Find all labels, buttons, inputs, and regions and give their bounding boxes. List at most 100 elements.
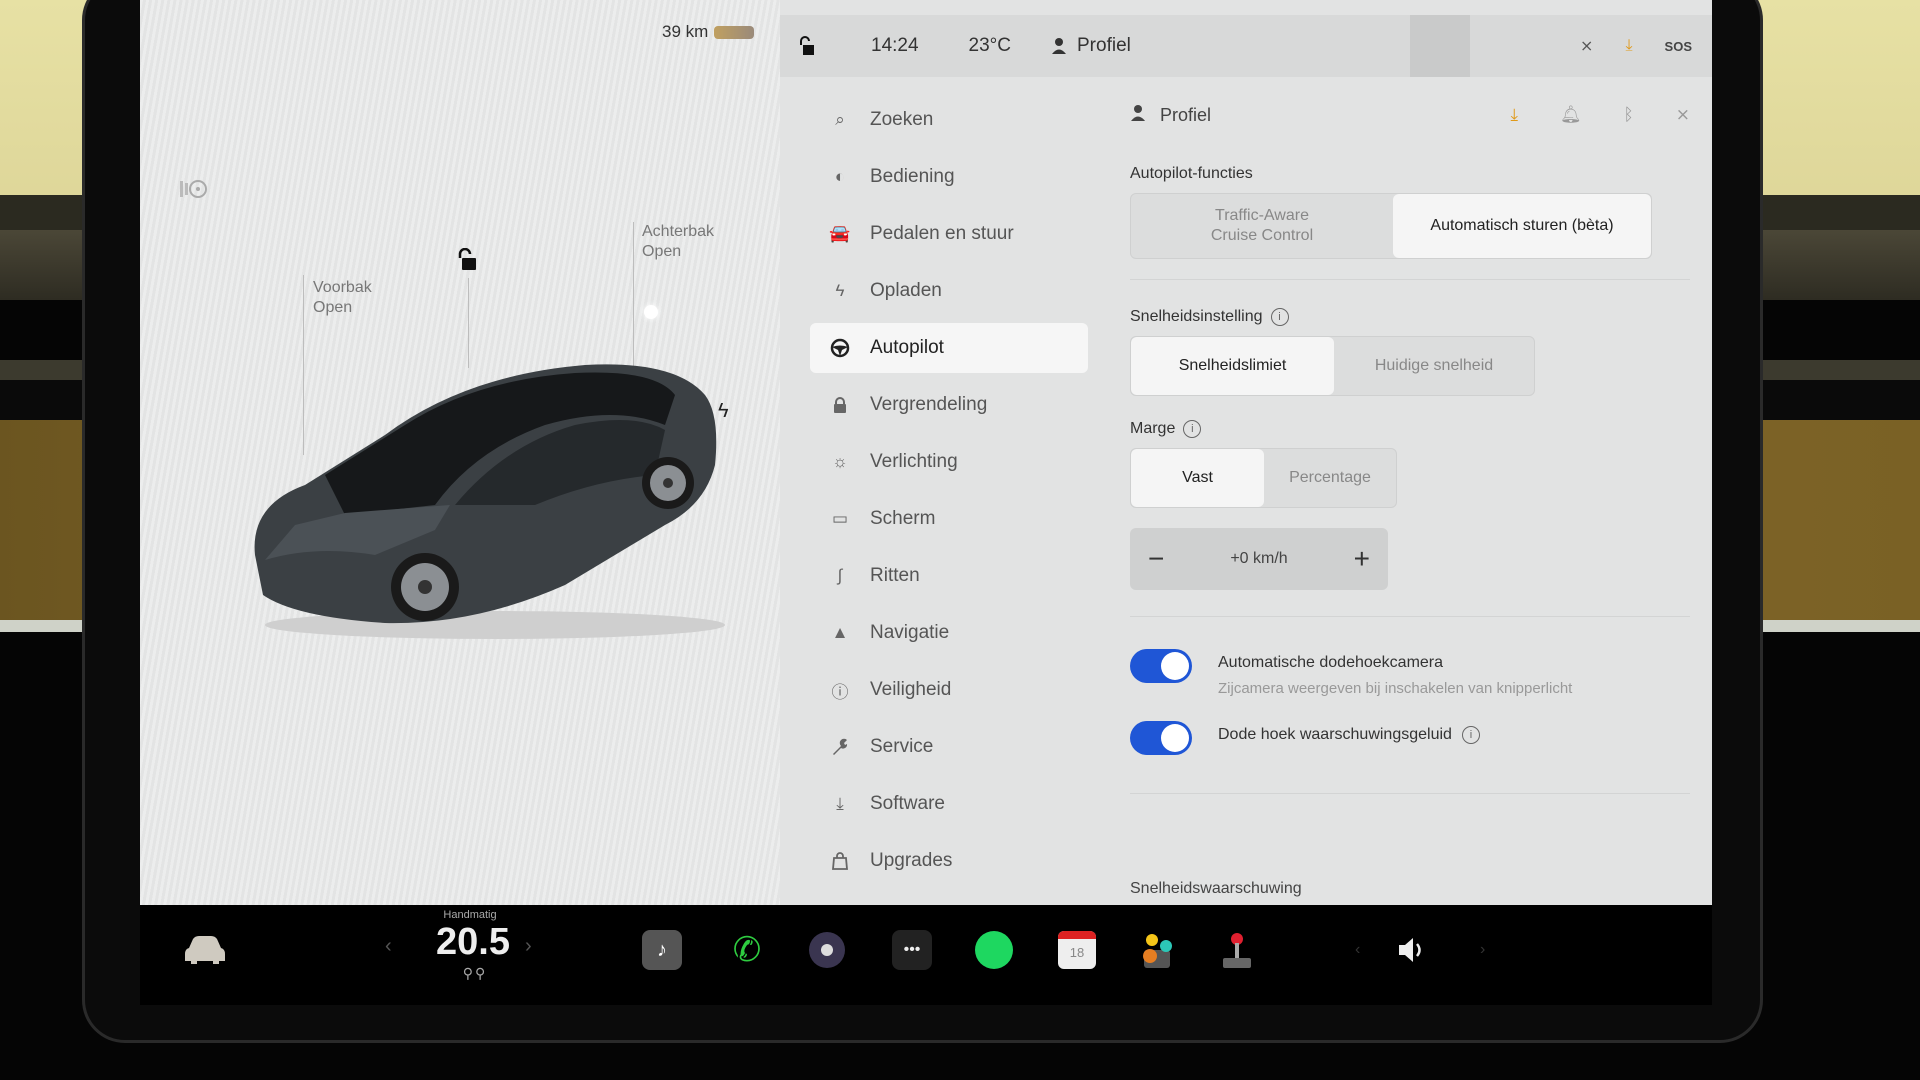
seat-heater-icons[interactable]: ⚲⚲ [445,965,505,982]
profile-button[interactable]: Profiel [1051,35,1131,57]
divider [1130,279,1690,280]
profile-label: Profiel [1077,35,1131,56]
blind-spot-camera-setting: Automatische dodehoekcamera Zijcamera we… [1130,649,1690,697]
menu-item-veiligheid[interactable]: ⓘ Veiligheid [810,665,1088,715]
menu-item-ritten[interactable]: ∫ Ritten [810,551,1088,601]
frunk-status: Open [313,299,353,316]
menu-item-service[interactable]: Service [810,722,1088,772]
volume-button[interactable] [1390,925,1434,975]
car-icon[interactable] [180,925,230,975]
divider [1130,616,1690,617]
phone-app[interactable]: ✆ [725,925,769,975]
menu-item-navigatie[interactable]: ▲ Navigatie [810,608,1088,658]
speed-warning-label: Snelheidswaarschuwing [1130,880,1302,897]
volume-decrease-button[interactable]: ‹ [1355,941,1360,959]
climate-temperature[interactable]: 20.5 [418,921,528,964]
info-icon[interactable]: i [1461,726,1480,744]
menu-item-label: Vergrendeling [870,394,988,415]
more-apps[interactable]: ••• [890,925,934,975]
menu-item-label: Opladen [870,280,942,301]
blind-spot-chime-toggle[interactable] [1130,721,1192,755]
range-value: 39 km [662,22,709,41]
menu-item-label: Software [870,793,945,814]
autopilot-settings: Profiel ⤓ 🔔︎ ᛒ ⨯ Autopilot-functies Traf… [1130,95,1690,794]
current-speed-button[interactable]: Huidige snelheid [1334,337,1534,395]
person-icon [1130,104,1146,127]
download-icon[interactable]: ⤓ [1625,37,1632,55]
menu-item-label: Veiligheid [870,679,952,700]
toggle-knob [1161,724,1189,752]
lock-open-icon[interactable] [798,36,816,56]
menu-item-vergrendeling[interactable]: Vergrendeling [810,380,1088,430]
percentage-margin-button[interactable]: Percentage [1264,449,1396,507]
menu-item-upgrades[interactable]: Upgrades [810,836,1088,886]
increase-button[interactable]: + [1354,543,1370,575]
bag-icon [828,849,852,873]
no-signal-icon: ⨯ [1580,38,1594,55]
divider [1130,793,1690,794]
temp-decrease-button[interactable]: ‹ [385,935,392,958]
status-bar: 14:24 23°C Profiel ⨯ ⤓ SOS [780,15,1712,77]
menu-item-verlichting[interactable]: ☼ Verlichting [810,437,1088,487]
menu-item-pedalen-en-stuur[interactable]: 🚘 Pedalen en stuur [810,209,1088,259]
music-app[interactable]: ♪ [640,925,684,975]
menu-item-opladen[interactable]: ϟ Opladen [810,266,1088,316]
climate-mode: Handmatig [443,909,497,921]
header-icons: ⤓ 🔔︎ ᛒ ⨯ [1510,105,1690,125]
trunk-callout[interactable]: Achterbak Open [642,222,714,262]
spotify-icon [975,931,1013,969]
spotify-app[interactable] [972,925,1016,975]
range-indicator: 39 km [662,22,755,42]
profile-label[interactable]: Profiel [1160,105,1211,126]
volume-increase-button[interactable]: › [1480,941,1485,959]
traffic-aware-cruise-button[interactable]: Traffic-Aware Cruise Control [1131,194,1393,258]
navigation-icon: ▲ [831,623,849,642]
charge-port-light [644,305,658,319]
wrench-icon [828,735,852,759]
frunk-callout[interactable]: Voorbak Open [313,278,372,318]
charge-port-icon[interactable]: ϟ [718,400,729,423]
menu-item-scherm[interactable]: ▭ Scherm [810,494,1088,544]
trunk-callout-line [633,222,634,372]
download-icon[interactable]: ⤓ [1510,105,1518,125]
calendar-icon: 18 [1058,931,1096,969]
display-icon: ▭ [831,509,849,528]
menu-item-label: Ritten [870,565,920,586]
toggle-label: Automatische dodehoekcamera [1218,654,1444,671]
menu-item-autopilot[interactable]: Autopilot [810,323,1088,373]
autosteer-button[interactable]: Automatisch sturen (bèta) [1393,194,1651,258]
phone-icon: ✆ [732,931,762,969]
toybox-app[interactable] [1135,925,1179,975]
speed-limit-button[interactable]: Snelheidslimiet [1131,337,1334,395]
bluetooth-icon[interactable]: ᛒ [1624,105,1634,125]
clock: 14:24 [871,35,919,56]
calendar-app[interactable]: 18 [1055,925,1099,975]
menu-item-software[interactable]: ⤓ Software [810,779,1088,829]
headlight-icon[interactable] [178,178,212,200]
blind-spot-camera-toggle[interactable] [1130,649,1192,683]
temp-increase-button[interactable]: › [525,935,532,958]
more-icon: ••• [892,930,932,970]
sos-icon[interactable]: SOS [1665,39,1692,54]
toggle-icon: ◐ [834,167,846,186]
menu-item-label: Service [870,736,934,757]
status-bar-shade [1410,15,1470,77]
decrease-button[interactable]: − [1148,543,1164,575]
camera-app[interactable] [805,925,849,975]
unlock-icon[interactable] [456,247,478,272]
menu-item-bediening[interactable]: ◐ Bediening [810,152,1088,202]
status-icons: ⨯ ⤓ SOS [1580,15,1692,77]
info-icon[interactable]: i [1270,308,1289,326]
info-icon[interactable]: i [1183,420,1202,438]
margin-label: Marge i [1130,420,1690,438]
toggle-knob [1161,652,1189,680]
bell-icon[interactable]: 🔔︎ [1560,105,1582,125]
menu-item-label: Scherm [870,508,936,529]
arcade-app[interactable] [1215,925,1259,975]
autopilot-features-selector: Traffic-Aware Cruise Control Automatisch… [1130,193,1652,259]
autopilot-features-label: Autopilot-functies [1130,165,1253,182]
touchscreen: 39 km Voorbak Open Achterbak Open ϟ 14:2… [140,0,1712,905]
menu-item-zoeken[interactable]: ⌕ Zoeken [810,95,1088,145]
bolt-icon: ϟ [835,281,845,300]
fixed-margin-button[interactable]: Vast [1131,449,1264,507]
